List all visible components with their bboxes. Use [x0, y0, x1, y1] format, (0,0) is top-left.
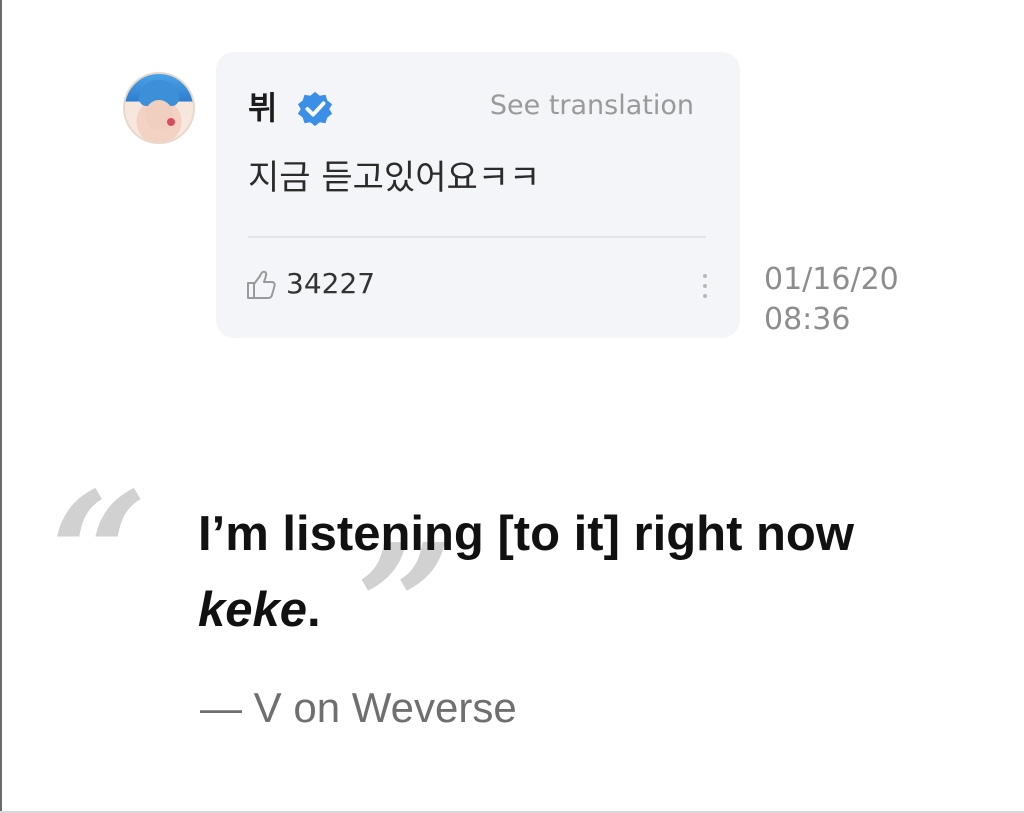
- timestamp-time: 08:36: [764, 302, 851, 337]
- quote-line-2-end: .: [307, 583, 321, 637]
- vertical-ellipsis-icon[interactable]: [700, 274, 710, 306]
- like-count: 34227: [286, 267, 376, 300]
- quote-attribution: — V on Weverse: [200, 684, 517, 731]
- comment-card: 뷔 See translation 지금 듣고있어요ㅋㅋ 34227: [216, 52, 740, 338]
- thumbs-up-icon[interactable]: [244, 268, 278, 302]
- verified-check-icon: [297, 91, 333, 127]
- comment-divider: [248, 236, 706, 238]
- comment-text: 지금 듣고있어요ㅋㅋ: [248, 158, 541, 198]
- quote-italic-word: keke: [198, 583, 308, 637]
- timestamp-date: 01/16/20: [764, 262, 899, 297]
- left-border: [0, 0, 2, 813]
- comment-timestamp: 01/16/20 08:36: [764, 260, 899, 340]
- quote-line-1: I’m listening [to it] right now: [198, 507, 854, 561]
- comment-username[interactable]: 뷔: [248, 88, 277, 128]
- avatar-accent: [167, 118, 175, 126]
- avatar[interactable]: [123, 72, 195, 144]
- open-quote-mark: “: [50, 455, 148, 655]
- quote-line-2: keke.: [198, 580, 321, 640]
- see-translation-link[interactable]: See translation: [490, 88, 694, 124]
